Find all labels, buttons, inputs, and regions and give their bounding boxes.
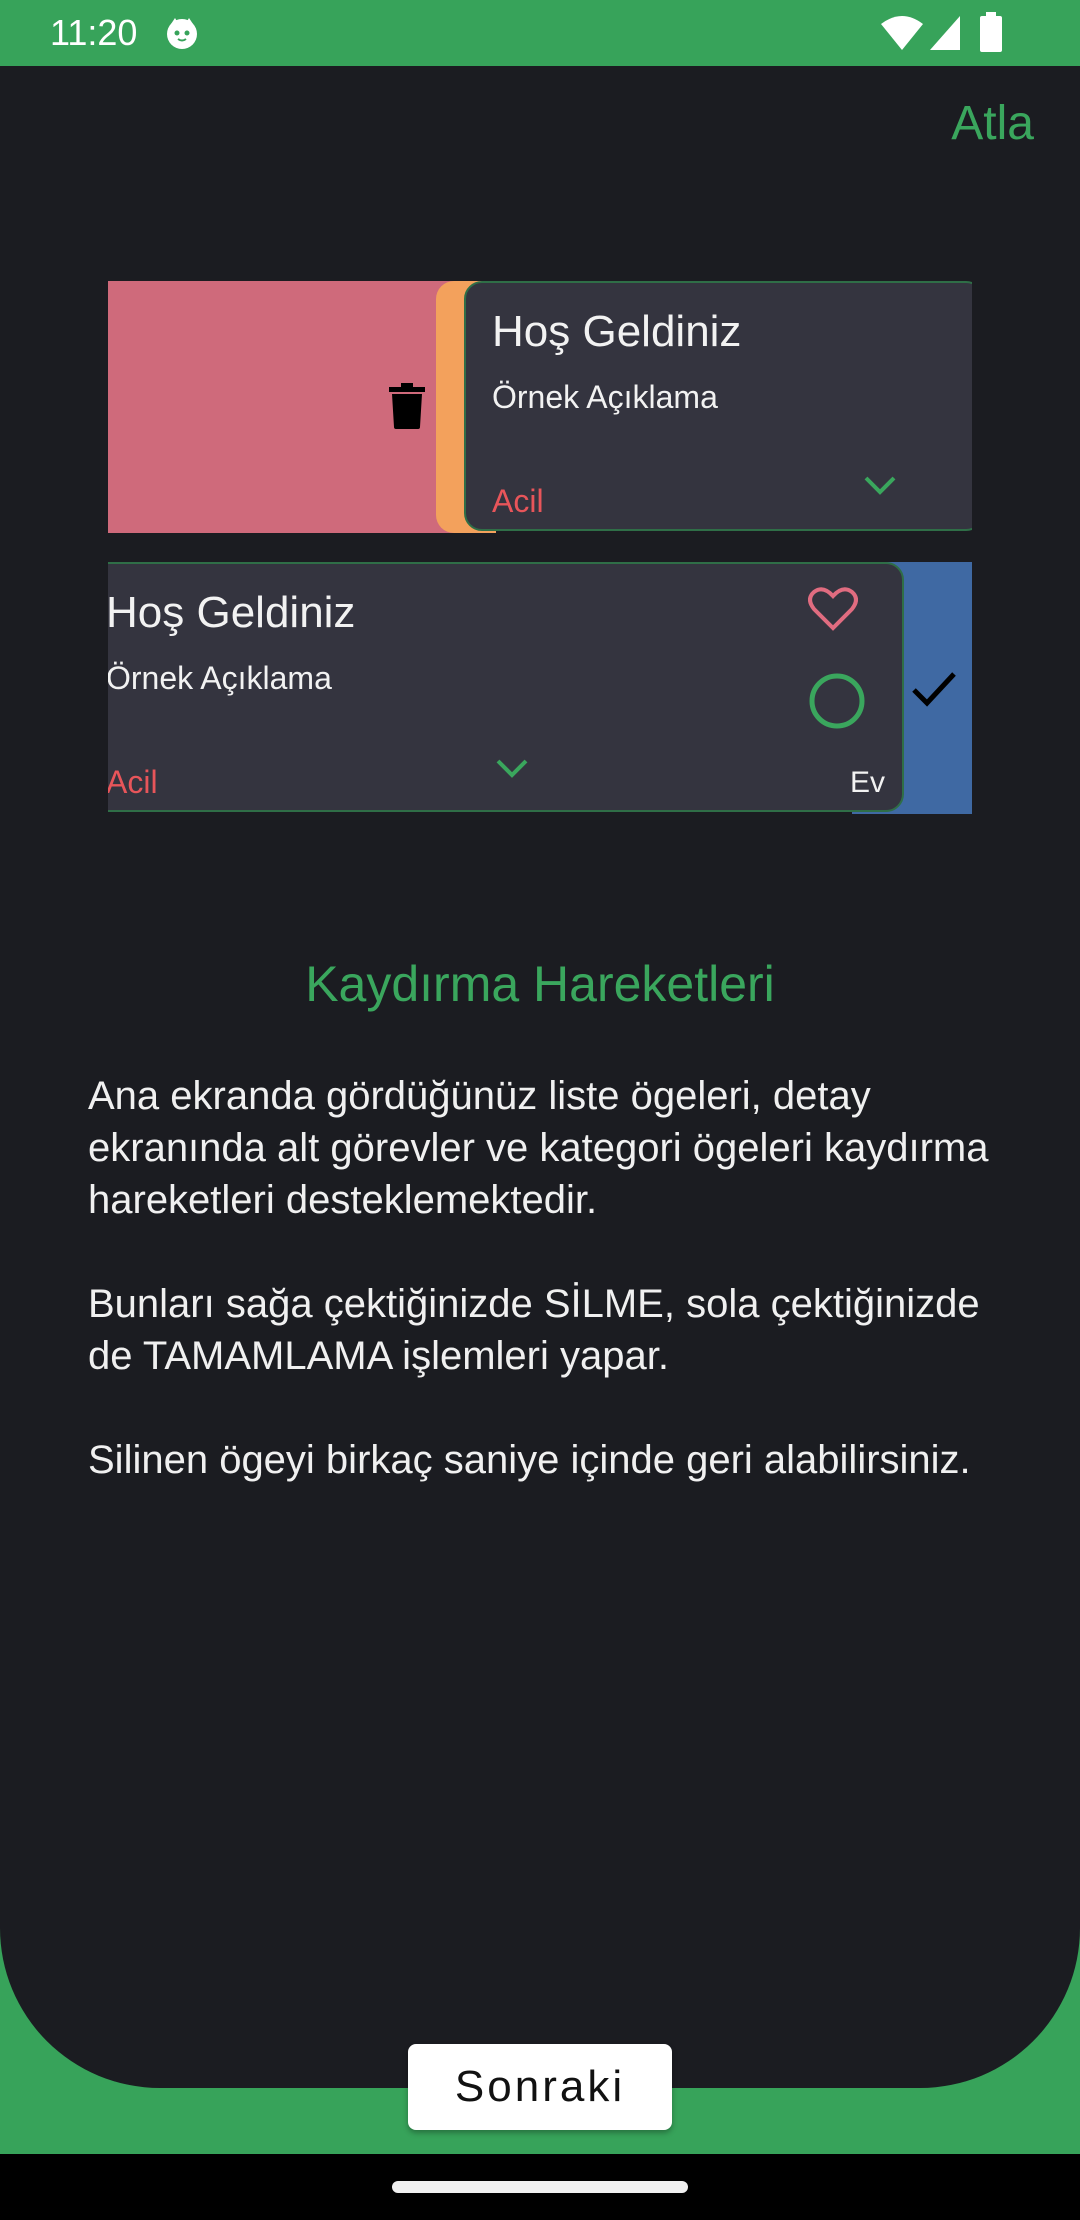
- task-title: Hoş Geldiniz: [108, 588, 356, 637]
- description-paragraph: Silinen ögeyi birkaç saniye içinde geri …: [88, 1438, 971, 1482]
- circle-icon[interactable]: [808, 672, 866, 730]
- chevron-down-icon[interactable]: [494, 756, 530, 780]
- status-time: 11:20: [50, 12, 138, 53]
- description-paragraph: Ana ekranda gördüğünüz liste ögeleri, de…: [88, 1074, 989, 1222]
- wifi-icon: [881, 16, 923, 50]
- task-priority: Acil: [108, 764, 158, 800]
- task-title: Hoş Geldiniz: [492, 307, 742, 356]
- description-paragraph: Bunları sağa çektiğinizde SİLME, sola çe…: [88, 1282, 980, 1378]
- next-button[interactable]: Sonraki: [408, 2044, 672, 2130]
- check-icon: [912, 672, 956, 707]
- heart-icon[interactable]: [808, 586, 858, 632]
- skip-button[interactable]: Atla: [951, 96, 1034, 151]
- navigation-bar: [0, 2154, 1080, 2220]
- task-description: Örnek Açıklama: [108, 660, 332, 696]
- swipe-delete-demo: Hoş Geldiniz Örnek Açıklama Acil: [108, 281, 972, 533]
- signal-icon: [930, 16, 960, 50]
- task-card[interactable]: Hoş Geldiniz Örnek Açıklama Acil Ev: [108, 562, 904, 812]
- task-priority: Acil: [492, 483, 544, 519]
- cat-icon: [167, 18, 197, 49]
- task-category: Ev: [850, 766, 886, 799]
- trash-icon: [389, 383, 425, 429]
- home-handle[interactable]: [392, 2181, 688, 2193]
- chevron-down-icon[interactable]: [862, 473, 898, 497]
- swipe-complete-demo: Hoş Geldiniz Örnek Açıklama Acil Ev: [108, 562, 972, 814]
- status-bar: 11:20: [0, 0, 1080, 66]
- section-title: Kaydırma Hareketleri: [305, 956, 775, 1012]
- battery-icon: [980, 12, 1002, 52]
- task-description: Örnek Açıklama: [492, 379, 718, 415]
- task-card[interactable]: Hoş Geldiniz Örnek Açıklama Acil: [464, 281, 972, 531]
